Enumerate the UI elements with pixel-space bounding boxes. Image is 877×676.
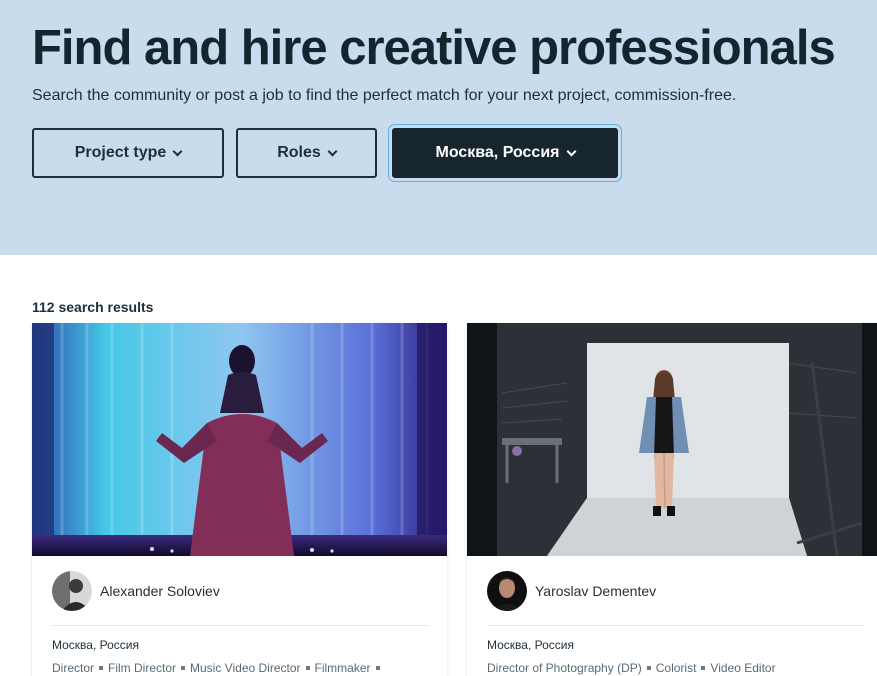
project-type-filter-label: Project type xyxy=(74,144,167,161)
role-tag: Director of Photography (DP) xyxy=(487,661,642,675)
person-name[interactable]: Yaroslav Dementev xyxy=(535,583,656,599)
person-name[interactable]: Alexander Soloviev xyxy=(100,583,220,599)
card-roles: Director Film Director Music Video Directo… xyxy=(52,661,385,675)
card-roles: Director of Photography (DP) Colorist Vide… xyxy=(487,661,776,675)
profile-owner[interactable]: Yaroslav Dementev xyxy=(487,571,656,611)
roles-filter[interactable]: Roles xyxy=(236,128,377,178)
separator-dot xyxy=(375,665,380,670)
divider xyxy=(487,625,864,626)
role-tag: Film Director xyxy=(108,661,177,675)
role-tag: Colorist xyxy=(655,661,697,675)
separator-dot xyxy=(701,665,706,670)
project-type-filter[interactable]: Project type xyxy=(32,128,224,178)
role-tag: Director xyxy=(52,661,95,675)
profile-card[interactable]: Alexander Soloviev Москва, Россия Direct… xyxy=(32,323,447,676)
location-filter[interactable]: Москва, Россия xyxy=(392,128,618,178)
chevron-down-icon xyxy=(172,146,183,156)
profile-card[interactable]: Yaroslav Dementev Москва, Россия Directo… xyxy=(467,323,877,676)
separator-dot xyxy=(646,665,651,670)
page-title: Find and hire creative professionals xyxy=(32,21,836,75)
separator-dot xyxy=(99,665,104,670)
hero-banner: Find and hire creative professionals Sea… xyxy=(0,0,877,255)
page-subtitle: Search the community or post a job to fi… xyxy=(32,87,737,104)
card-location: Москва, Россия xyxy=(487,638,574,652)
chevron-down-icon xyxy=(566,146,576,156)
profile-cover-image[interactable] xyxy=(467,323,877,556)
location-filter-label: Москва, Россия xyxy=(435,144,560,161)
divider xyxy=(52,625,429,626)
separator-dot xyxy=(305,665,310,670)
role-tag: Music Video Director xyxy=(190,661,301,675)
role-tag: Filmmaker xyxy=(314,661,371,675)
profile-cover-image[interactable] xyxy=(32,323,447,556)
role-tag: Video Editor xyxy=(710,661,776,675)
roles-filter-label: Roles xyxy=(277,144,321,161)
avatar[interactable] xyxy=(52,571,92,611)
separator-dot xyxy=(181,665,186,670)
profile-owner[interactable]: Alexander Soloviev xyxy=(52,571,220,611)
card-location: Москва, Россия xyxy=(52,638,139,652)
avatar[interactable] xyxy=(487,571,527,611)
chevron-down-icon xyxy=(327,146,338,156)
results-count: 112 search results xyxy=(32,299,154,315)
